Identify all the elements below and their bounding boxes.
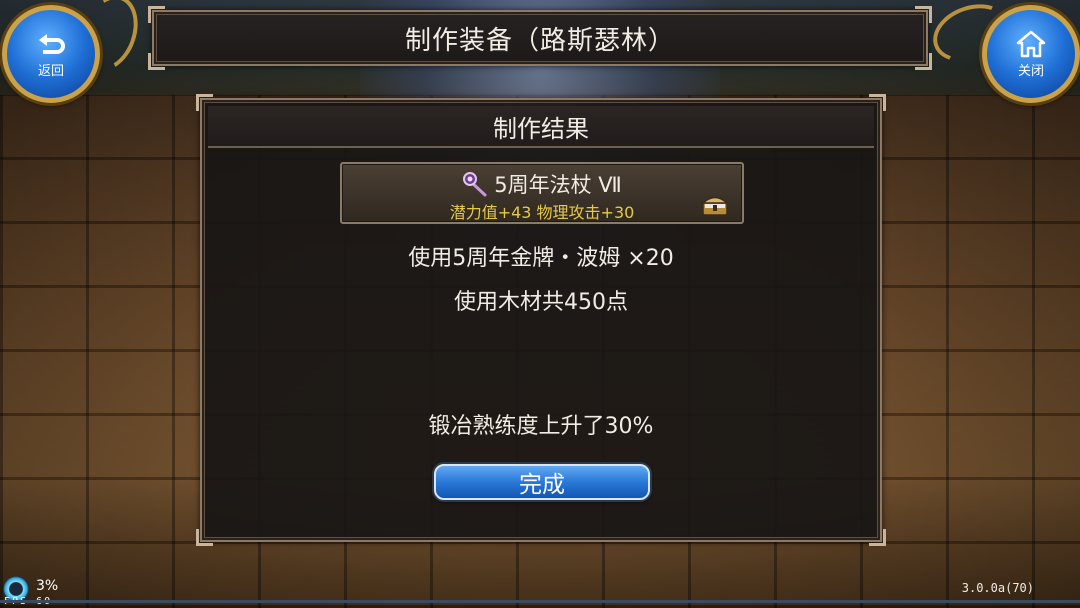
back-arrow-icon	[39, 33, 65, 54]
version-label: 3.0.0a(70)	[961, 581, 1034, 595]
item-card[interactable]: 5周年法杖 Ⅶ 潜力值+43 物理攻击+30	[340, 162, 744, 224]
close-label: 关闭	[1017, 63, 1044, 79]
close-button[interactable]: 关闭	[982, 5, 1080, 103]
done-button[interactable]: 完成	[434, 464, 650, 500]
done-label: 完成	[519, 472, 565, 498]
item-stats: 潜力值+43 物理攻击+30	[449, 203, 635, 222]
item-name: 5周年法杖 Ⅶ	[494, 173, 622, 197]
proficiency-text: 锻冶熟练度上升了30%	[428, 414, 654, 439]
page-title: 制作装备（路斯瑟林）	[404, 25, 675, 56]
load-percent: 3%	[36, 578, 59, 594]
staff-icon	[463, 172, 487, 197]
result-panel: 制作结果 5周年法杖 Ⅶ 潜力值+43 物理攻击+30 使用5周年金牌・波姆 ×…	[196, 94, 886, 546]
panel-title: 制作结果	[493, 114, 589, 143]
title-bar: 制作装备（路斯瑟林）	[148, 6, 932, 70]
materials-text: 使用5周年金牌・波姆 ×20	[408, 246, 674, 271]
back-button[interactable]: 返回	[2, 5, 100, 103]
item-name-row: 5周年法杖 Ⅶ	[342, 170, 742, 198]
panel-header: 制作结果	[208, 106, 874, 148]
wood-text: 使用木材共450点	[454, 290, 628, 315]
back-label: 返回	[37, 63, 64, 79]
home-icon	[1016, 30, 1046, 57]
bottom-strip	[0, 600, 1080, 603]
treasure-chest-icon	[701, 196, 729, 216]
